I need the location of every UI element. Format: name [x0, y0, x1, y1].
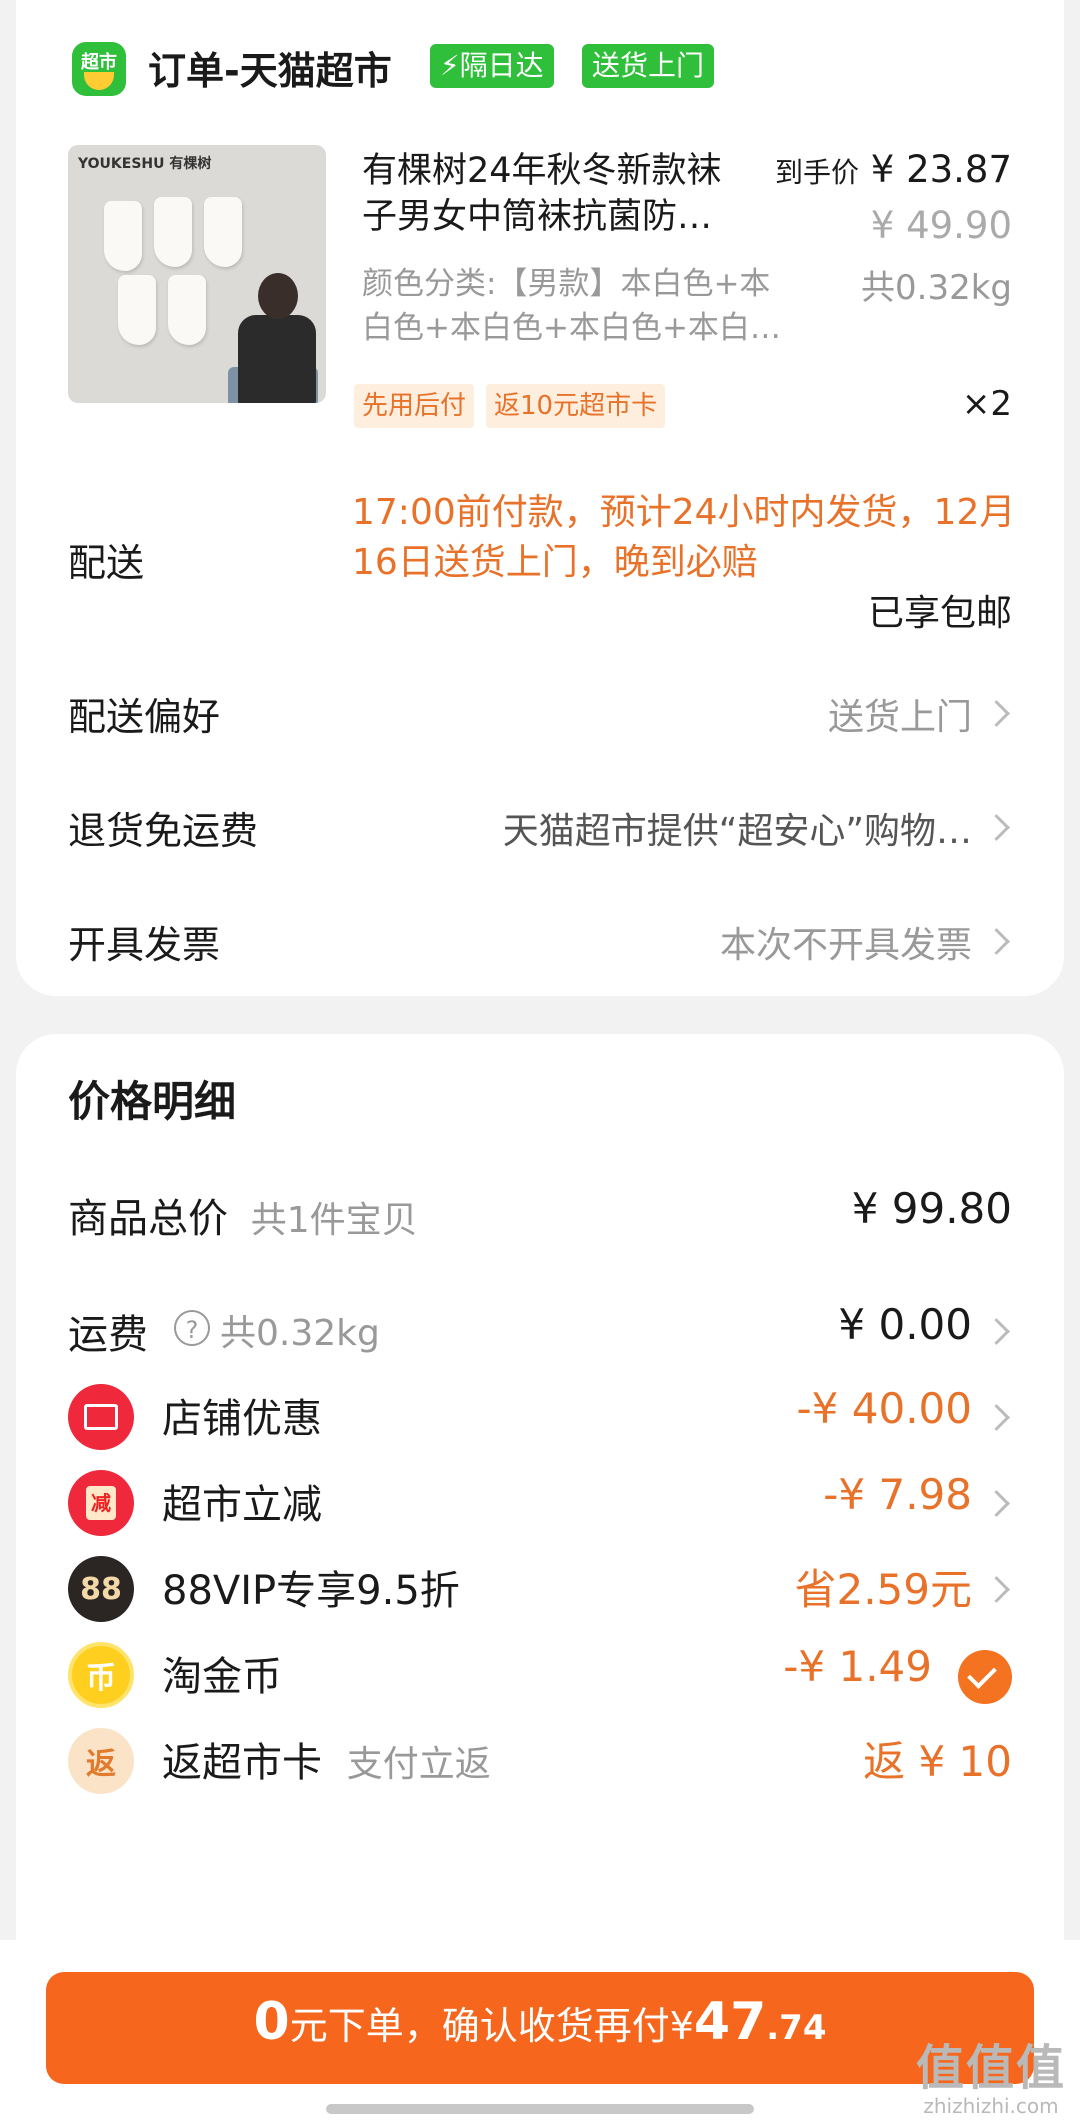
- product-title-line2: 子男女中筒袜抗菌防…: [362, 197, 713, 237]
- pay-later-tag: 先用后付: [354, 384, 475, 428]
- cashback-card-sub: 支付立返: [346, 1744, 491, 1785]
- submit-currency: ¥: [669, 2004, 694, 2048]
- free-return-value: 天猫超市提供“超安心”购物…: [502, 811, 972, 852]
- shop-discount-amount: -¥ 40.00: [796, 1384, 972, 1433]
- cashback-card-tag: 返10元超市卡: [486, 384, 666, 428]
- thumb-brand: YOUKESHU 有棵树: [78, 156, 212, 172]
- chevron-right-icon: [983, 1404, 1010, 1431]
- chevron-right-icon: [983, 1318, 1010, 1345]
- taobao-coin-amount: -¥ 1.49: [783, 1642, 932, 1691]
- goods-total-label: 商品总价: [68, 1196, 228, 1242]
- price-detail-card: 价格明细 商品总价 共1件宝贝 ¥ 99.80 运费 ? 共0.32kg ¥ 0…: [16, 1034, 1064, 2034]
- invoice-label: 开具发票: [68, 923, 221, 967]
- door-delivery-badge: 送货上门: [582, 44, 715, 88]
- gold-coin-icon: 币: [68, 1642, 134, 1708]
- product-title-line1: 有棵树24年秋冬新款袜: [362, 151, 722, 191]
- quantity: ×2: [961, 384, 1012, 424]
- product-spec-line2: 白色+本白色+本白色+本白…: [362, 310, 781, 346]
- delivery-preference-value: 送货上门: [827, 697, 972, 738]
- home-indicator[interactable]: [326, 2104, 754, 2114]
- logo-text: 超市: [81, 52, 117, 73]
- market-discount-label: 超市立减: [162, 1482, 322, 1528]
- coupon-ticket-icon: [68, 1384, 134, 1450]
- chevron-right-icon: [983, 814, 1010, 841]
- chevron-right-icon: [983, 1490, 1010, 1517]
- delivery-info: 17:00前付款，预计24小时内发货，12月16日送货上门，晚到必赔: [352, 492, 1016, 583]
- goods-total-amount: ¥ 99.80: [851, 1184, 1012, 1233]
- vip-discount-amount: 省2.59元: [794, 1565, 972, 1614]
- checkmark-icon[interactable]: [958, 1650, 1012, 1704]
- cashback-icon: 返: [68, 1728, 134, 1794]
- store-name: 订单-天猫超市: [148, 49, 392, 93]
- instant-discount-icon: 减: [68, 1470, 134, 1536]
- goods-count: 共1件宝贝: [250, 1200, 418, 1241]
- cashback-card-amount: 返 ¥ 10: [863, 1737, 1012, 1786]
- product-image[interactable]: YOUKESHU 有棵树: [68, 145, 326, 403]
- final-price: 到手价 ¥ 23.87: [775, 148, 1012, 191]
- invoice-value: 本次不开具发票: [719, 925, 972, 966]
- freight-label: 运费: [68, 1312, 148, 1358]
- submit-zero: 0: [253, 1992, 290, 2052]
- watermark-sub: zhizhizhi.com: [923, 2094, 1059, 2118]
- watermark-main: 值值值: [915, 2040, 1066, 2096]
- freight-weight: 共0.32kg: [220, 1313, 380, 1354]
- price-detail-title: 价格明细: [68, 1077, 237, 1126]
- order-card: 超市 订单-天猫超市 ⚡隔日达 送货上门 YOUKESHU 有棵树 有棵树24年…: [16, 0, 1064, 996]
- free-return-label: 退货免运费: [68, 809, 259, 853]
- help-icon[interactable]: ?: [174, 1310, 210, 1346]
- chevron-right-icon: [983, 700, 1010, 727]
- chevron-right-icon: [983, 928, 1010, 955]
- vip-discount-label: 88VIP专享9.5折: [162, 1568, 460, 1614]
- final-price-label: 到手价: [774, 156, 859, 189]
- product-spec[interactable]: 颜色分类:【男款】本白色+本 白色+本白色+本白色+本白…: [362, 262, 852, 350]
- product-spec-line1: 颜色分类:【男款】本白色+本: [362, 266, 771, 302]
- vip-88-icon: 88: [68, 1556, 134, 1622]
- chevron-right-icon: [983, 1576, 1010, 1603]
- next-day-badge: ⚡隔日达: [430, 44, 554, 88]
- product-weight: 共0.32kg: [861, 268, 1012, 308]
- site-watermark: 值值值 zhizhizhi.com: [916, 2028, 1066, 2118]
- original-price: ¥ 49.90: [870, 204, 1012, 247]
- market-discount-amount: -¥ 7.98: [823, 1470, 972, 1519]
- submit-amount-int: 47: [693, 1992, 767, 2052]
- tmall-supermarket-logo: 超市: [72, 42, 126, 96]
- cashback-card-label: 返超市卡: [162, 1740, 322, 1786]
- final-price-value: ¥ 23.87: [870, 148, 1012, 191]
- submit-amount-dec: .74: [766, 2008, 827, 2048]
- submit-order-button[interactable]: 0 元下单，确认收货再付 ¥ 47 .74: [46, 1972, 1034, 2084]
- taobao-coin-label: 淘金币: [162, 1654, 282, 1700]
- product-title[interactable]: 有棵树24年秋冬新款袜 子男女中筒袜抗菌防…: [362, 148, 782, 240]
- delivery-preference-label: 配送偏好: [68, 695, 221, 739]
- freight-amount: ¥ 0.00: [838, 1300, 972, 1349]
- delivery-label: 配送: [68, 541, 145, 585]
- submit-text: 元下单，确认收货再付: [289, 2004, 670, 2048]
- shop-discount-label: 店铺优惠: [162, 1396, 322, 1442]
- free-shipping: 已享包邮: [867, 593, 1012, 634]
